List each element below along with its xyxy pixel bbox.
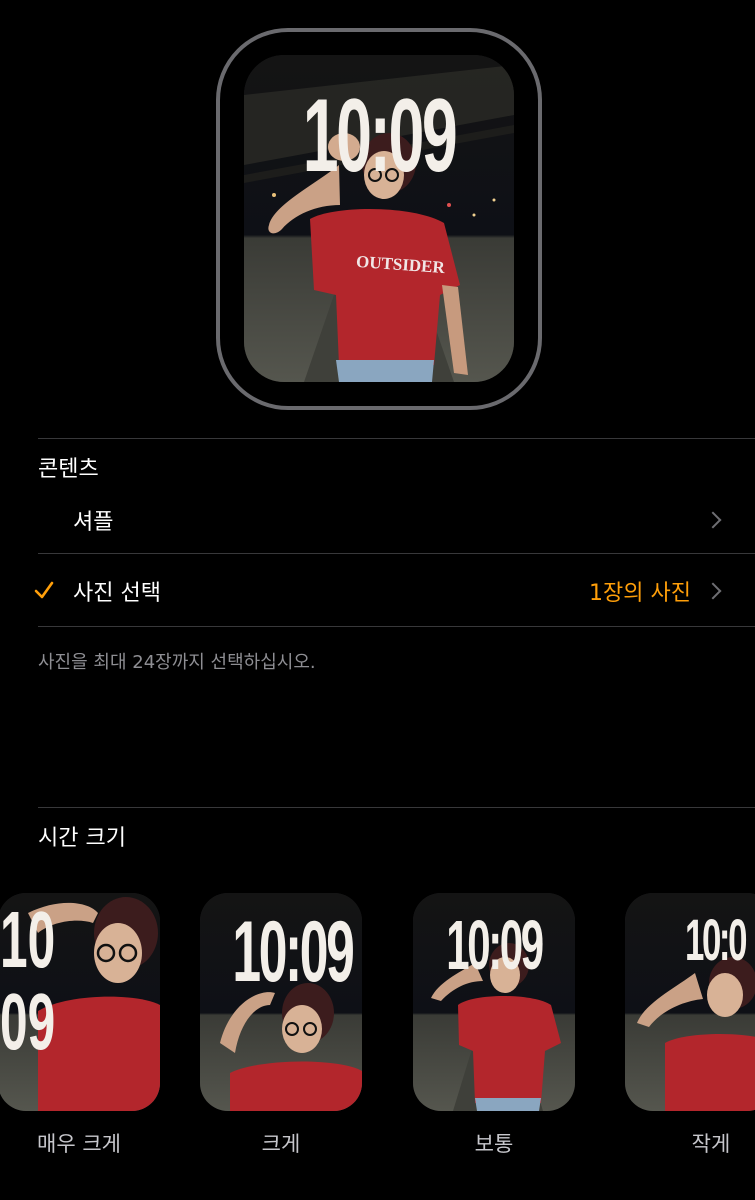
time-size-option-extra-large[interactable]: 10 09 — [0, 893, 160, 1111]
time-size-label: 보통 — [474, 1132, 514, 1156]
select-photos-label: 사진 선택 — [73, 581, 161, 606]
time-size-label: 크게 — [261, 1132, 301, 1156]
shuffle-label: 셔플 — [73, 510, 114, 535]
watch-face-preview: 10:09 OUTSIDER — [244, 55, 514, 382]
time-size-label: 매우 크게 — [37, 1132, 121, 1156]
time-minutes: 09 — [0, 977, 56, 1066]
thumb-time: 10:0 — [685, 908, 747, 973]
time-size-option-small[interactable]: 10:0 — [625, 893, 755, 1111]
checkmark-icon — [34, 581, 54, 599]
time-size-option-medium[interactable]: 10:09 — [413, 893, 575, 1111]
time-size-label: 작게 — [691, 1132, 731, 1156]
thumb-time: 10:09 — [232, 904, 354, 1000]
content-section-title: 콘텐츠 — [38, 457, 99, 482]
preview-time: 10:09 — [302, 78, 458, 194]
thumb-time: 10:09 — [446, 906, 544, 984]
photo-limit-hint: 사진을 최대 24장까지 선택하십시오. — [38, 652, 316, 673]
select-photos-row[interactable]: 사진 선택 1장의 사진 — [0, 556, 755, 624]
selected-photos-count: 1장의 사진 — [589, 581, 691, 606]
divider — [38, 438, 755, 439]
time-size-section-title: 시간 크기 — [38, 826, 126, 851]
shuffle-row[interactable]: 셔플 — [0, 490, 755, 550]
divider — [38, 807, 755, 808]
time-hours: 10 — [0, 895, 56, 984]
time-size-option-large[interactable]: 10:09 — [200, 893, 362, 1111]
chevron-right-icon — [704, 511, 722, 529]
chevron-right-icon — [704, 582, 722, 600]
divider — [38, 553, 755, 554]
divider — [38, 626, 755, 627]
